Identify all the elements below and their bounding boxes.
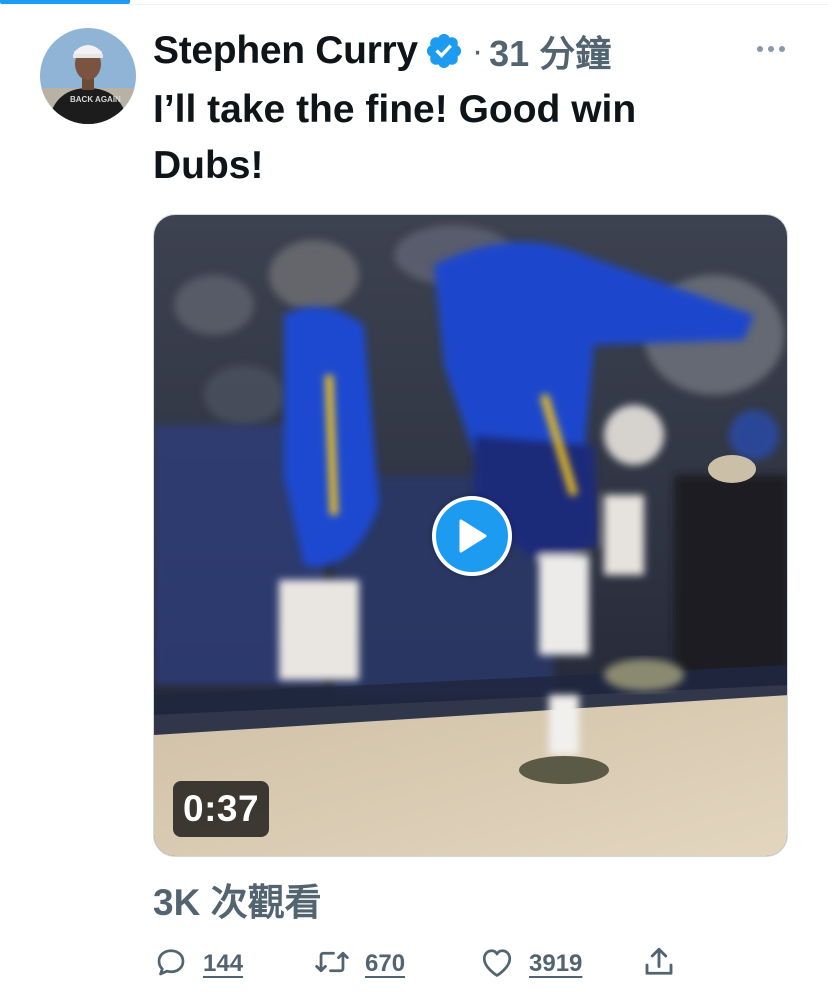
video-player[interactable]: 0:37 bbox=[153, 214, 788, 857]
play-button[interactable] bbox=[432, 496, 512, 576]
reply-icon bbox=[153, 944, 189, 985]
divider bbox=[0, 4, 828, 5]
tweet-text: I’ll take the fine! Good win Dubs! bbox=[153, 88, 637, 187]
author-name[interactable]: Stephen Curry bbox=[153, 29, 418, 73]
share-button[interactable] bbox=[641, 942, 677, 986]
verified-badge-icon bbox=[424, 31, 464, 71]
reply-count: 144 bbox=[203, 950, 244, 977]
share-icon bbox=[641, 944, 677, 985]
tweet-actions: 144 670 3919 bbox=[153, 942, 693, 986]
avatar-shirt-text: BACK AGAIN bbox=[70, 95, 121, 104]
retweet-count: 670 bbox=[365, 950, 406, 977]
reply-button[interactable]: 144 bbox=[153, 942, 243, 986]
more-icon[interactable] bbox=[748, 34, 794, 64]
like-button[interactable]: 3919 bbox=[479, 942, 582, 986]
avatar[interactable]: BACK AGAIN bbox=[40, 28, 136, 124]
like-icon bbox=[479, 945, 515, 984]
separator-dot: · bbox=[471, 31, 484, 70]
view-count: 3K 次觀看 bbox=[153, 882, 322, 923]
video-duration: 0:37 bbox=[173, 781, 270, 837]
retweet-icon bbox=[313, 944, 351, 985]
avatar-image: BACK AGAIN bbox=[40, 28, 136, 124]
retweet-button[interactable]: 670 bbox=[313, 942, 405, 986]
like-count: 3919 bbox=[529, 950, 583, 977]
play-icon bbox=[457, 519, 487, 553]
tweet-header: Stephen Curry · 31 分鐘 bbox=[153, 26, 611, 76]
timestamp[interactable]: 31 分鐘 bbox=[489, 25, 611, 77]
